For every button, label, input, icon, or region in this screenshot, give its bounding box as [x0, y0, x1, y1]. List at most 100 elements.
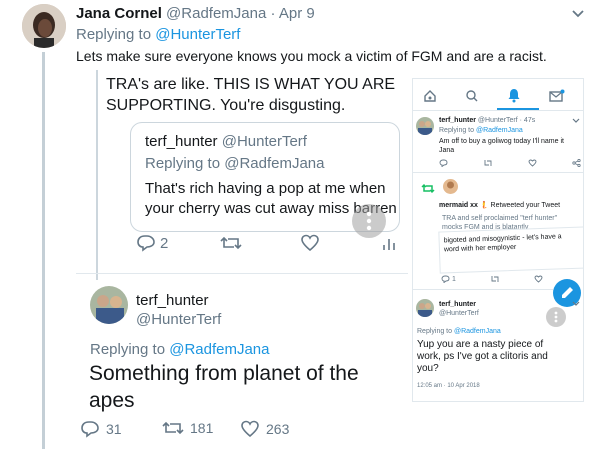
quoted-header: terf_hunter @HunterTerf: [145, 133, 307, 150]
tweet2-more-icon[interactable]: [546, 307, 566, 327]
tweet2-avatar[interactable]: [416, 299, 434, 317]
left-top-text-line2: SUPPORTING. You're disgusting.: [106, 97, 346, 114]
quoted-replying-line: Replying to @RadfemJana: [145, 155, 325, 172]
tweet1-caret-icon[interactable]: [572, 118, 580, 124]
tweet2-author: terf_hunter @HunterTerf: [439, 300, 479, 318]
reply-action[interactable]: 31: [80, 420, 122, 438]
retweet-icon: [162, 420, 184, 436]
notice-retweet-icon[interactable]: [490, 275, 500, 283]
nav-divider: [413, 110, 583, 111]
tweet2-text-line1: Yup you are a nasty piece of: [417, 339, 544, 350]
quoted-more-icon[interactable]: [352, 204, 386, 238]
tweet2-replying-line: Replying to @RadfemJana: [417, 328, 501, 335]
left-reply-action[interactable]: 2: [136, 234, 168, 252]
replying-to-link[interactable]: @HunterTerf: [155, 26, 240, 43]
author-name[interactable]: Jana Cornel: [76, 5, 162, 22]
retweet-notice-line: mermaid xx 🧜 Retweeted your Tweet: [439, 201, 560, 209]
reply-count: 31: [106, 421, 122, 437]
home-icon[interactable]: [423, 89, 437, 103]
reply-icon: [80, 420, 100, 438]
quoted-replying-to: @RadfemJana: [224, 155, 325, 172]
overlap-text: bigoted and misogynistic - let's have a …: [443, 232, 562, 254]
messages-icon[interactable]: [549, 89, 565, 103]
tweet1-text-line1: Am off to buy a goliwog today I'll name …: [439, 138, 564, 145]
tweet1-reply-icon[interactable]: [439, 159, 448, 167]
tweet2-replying-to: @RadfemJana: [453, 328, 501, 335]
tweet1-name: terf_hunter: [439, 117, 476, 124]
notice-like-icon[interactable]: [534, 275, 543, 283]
tweet1-handle: @HunterTerf: [477, 117, 518, 124]
left-divider: [76, 273, 408, 274]
thread-line: [42, 52, 45, 449]
left-analytics-icon[interactable]: [382, 236, 396, 252]
tweet1-replying-prefix: Replying to: [439, 127, 475, 134]
bottom-tweet-handle: @HunterTerf: [136, 311, 222, 328]
tweet2-caret-icon[interactable]: [572, 301, 580, 307]
tweet2-text: Yup you are a nasty piece of work, ps I'…: [417, 339, 548, 375]
retweet-count: 181: [190, 420, 214, 436]
tweet-date[interactable]: Apr 9: [279, 5, 315, 22]
tweet1-actions: [439, 159, 581, 167]
tweet2-timestamp: 12:05 am · 10 Apr 2018: [417, 383, 480, 389]
like-heart-icon: [240, 420, 260, 438]
tweet2-name: terf_hunter: [439, 301, 476, 308]
notice-reply-count: 1: [452, 275, 456, 283]
like-action[interactable]: 263: [240, 420, 289, 438]
left-like-action[interactable]: [300, 234, 320, 252]
reply-icon: [136, 234, 156, 252]
bottom-replying-line: Replying to @RadfemJana: [90, 341, 270, 358]
bottom-replying-prefix: Replying to: [90, 341, 166, 358]
left-top-text-line1: TRA's are like. THIS IS WHAT YOU ARE: [106, 76, 396, 93]
tweet2-handle: @HunterTerf: [439, 310, 479, 317]
replying-line: Replying to @HunterTerf: [76, 26, 240, 43]
tweet1-time: · 47s: [519, 117, 536, 124]
right-divider-2: [413, 289, 553, 290]
tweet1-header: terf_hunter @HunterTerf · 47s: [439, 117, 535, 124]
bottom-text-line1: Something from planet of the: [89, 362, 359, 385]
dot-separator: ·: [270, 5, 276, 22]
author-handle[interactable]: @RadfemJana: [166, 5, 266, 22]
bottom-tweet-text: Something from planet of the apes: [89, 360, 359, 414]
search-icon[interactable]: [465, 89, 479, 103]
tweet-text: Lets make sure everyone knows you mock a…: [76, 48, 547, 64]
tweet2-text-line2: work, ps I've got a clitoris and: [417, 351, 548, 362]
left-top-text: TRA's are like. THIS IS WHAT YOU ARE SUP…: [106, 74, 395, 116]
left-retweet-action[interactable]: [220, 235, 242, 251]
replying-prefix: Replying to: [76, 26, 152, 43]
bottom-tweet-name: terf_hunter: [136, 292, 209, 309]
tweet1-replying-to: @RadfemJana: [475, 127, 523, 134]
retweet-notification-icon: [421, 183, 435, 194]
bottom-tweet-author: terf_hunter @HunterTerf: [136, 291, 221, 329]
retweet-text-line1: TRA and self proclaimed "terf hunter": [442, 215, 558, 222]
tweet2-replying-prefix: Replying to: [417, 328, 453, 335]
tweet1-text: Am off to buy a goliwog today I'll name …: [439, 137, 564, 155]
tweet-header: Jana Cornel @RadfemJana · Apr 9: [76, 5, 315, 22]
left-screenshot[interactable]: TRA's are like. THIS IS WHAT YOU ARE SUP…: [76, 70, 408, 449]
overlap-card: bigoted and misogynistic - let's have a …: [438, 226, 583, 274]
quoted-replying-prefix: Replying to: [145, 155, 221, 172]
left-thread-line: [96, 70, 98, 280]
right-screenshot[interactable]: terf_hunter @HunterTerf · 47s Replying t…: [412, 78, 584, 402]
retweeter-emoji: 🧜: [479, 202, 489, 209]
left-reply-count: 2: [160, 234, 169, 252]
notifications-bell-icon[interactable]: [507, 88, 521, 103]
bottom-text-line2: apes: [89, 389, 135, 412]
tweet1-share-icon[interactable]: [572, 159, 581, 167]
tweet1-retweet-icon[interactable]: [483, 159, 493, 167]
quoted-author-handle: @HunterTerf: [221, 133, 307, 150]
tweet1-text-line2: Jana: [439, 147, 455, 154]
retweeter-name: mermaid xx: [439, 202, 478, 209]
tweet1-avatar[interactable]: [416, 117, 434, 135]
mermaid-avatar[interactable]: [443, 179, 458, 194]
caret-down-icon[interactable]: [571, 9, 585, 19]
notice-reply-action[interactable]: 1: [441, 275, 456, 283]
tweet1-like-icon[interactable]: [528, 159, 537, 167]
quoted-author-name: terf_hunter: [145, 133, 218, 150]
author-avatar[interactable]: [22, 4, 66, 48]
retweet-action: Retweeted your Tweet: [490, 202, 561, 209]
tweet1-replying-line: Replying to @RadfemJana: [439, 127, 523, 134]
retweet-action[interactable]: 181: [162, 420, 213, 436]
tweet2-text-line3: you?: [417, 363, 439, 374]
like-count: 263: [266, 421, 290, 437]
bottom-tweet-avatar[interactable]: [90, 286, 128, 324]
